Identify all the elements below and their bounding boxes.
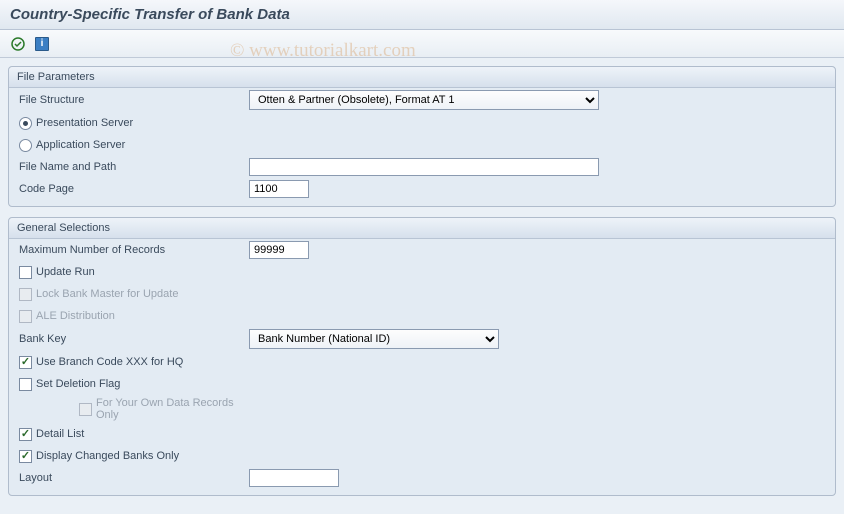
update-run-option[interactable]: Update Run [19, 266, 249, 279]
max-records-label: Maximum Number of Records [19, 244, 249, 256]
info-icon: i [35, 37, 49, 51]
execute-icon [11, 37, 25, 51]
toolbar: i [0, 30, 844, 58]
checkbox-icon [19, 310, 32, 323]
checkbox-icon [19, 450, 32, 463]
radio-icon [19, 139, 32, 152]
layout-input[interactable] [249, 469, 339, 487]
application-server-option[interactable]: Application Server [19, 139, 249, 152]
file-parameters-group: File Parameters File Structure Otten & P… [8, 66, 836, 207]
detail-list-label: Detail List [36, 428, 84, 440]
detail-list-option[interactable]: Detail List [19, 428, 249, 441]
bank-key-label: Bank Key [19, 333, 249, 345]
display-changed-label: Display Changed Banks Only [36, 450, 179, 462]
presentation-server-option[interactable]: Presentation Server [19, 117, 249, 130]
lock-bank-master-option: Lock Bank Master for Update [19, 288, 249, 301]
max-records-input[interactable] [249, 241, 309, 259]
update-run-label: Update Run [36, 266, 95, 278]
set-deletion-flag-option[interactable]: Set Deletion Flag [19, 378, 249, 391]
file-name-path-label: File Name and Path [19, 161, 249, 173]
application-server-label: Application Server [36, 139, 125, 151]
code-page-input[interactable] [249, 180, 309, 198]
checkbox-icon [19, 356, 32, 369]
checkbox-icon [19, 288, 32, 301]
execute-button[interactable] [8, 34, 28, 54]
set-deletion-flag-label: Set Deletion Flag [36, 378, 120, 390]
ale-distribution-option: ALE Distribution [19, 310, 249, 323]
file-structure-select[interactable]: Otten & Partner (Obsolete), Format AT 1 [249, 90, 599, 110]
file-name-path-input[interactable] [249, 158, 599, 176]
code-page-label: Code Page [19, 183, 249, 195]
use-branch-code-label: Use Branch Code XXX for HQ [36, 356, 183, 368]
own-data-only-label: For Your Own Data Records Only [96, 397, 249, 421]
bank-key-select[interactable]: Bank Number (National ID) [249, 329, 499, 349]
content-area: File Parameters File Structure Otten & P… [0, 58, 844, 514]
use-branch-code-option[interactable]: Use Branch Code XXX for HQ [19, 356, 249, 369]
checkbox-icon [79, 403, 92, 416]
checkbox-icon [19, 266, 32, 279]
general-selections-header: General Selections [9, 218, 835, 239]
display-changed-option[interactable]: Display Changed Banks Only [19, 450, 249, 463]
presentation-server-label: Presentation Server [36, 117, 133, 129]
radio-icon [19, 117, 32, 130]
general-selections-group: General Selections Maximum Number of Rec… [8, 217, 836, 496]
checkbox-icon [19, 428, 32, 441]
file-parameters-header: File Parameters [9, 67, 835, 88]
checkbox-icon [19, 378, 32, 391]
ale-distribution-label: ALE Distribution [36, 310, 115, 322]
lock-bank-master-label: Lock Bank Master for Update [36, 288, 178, 300]
layout-label: Layout [19, 472, 249, 484]
page-title: Country-Specific Transfer of Bank Data [0, 0, 844, 30]
file-structure-label: File Structure [19, 94, 249, 106]
info-button[interactable]: i [32, 34, 52, 54]
own-data-only-option: For Your Own Data Records Only [19, 397, 249, 421]
